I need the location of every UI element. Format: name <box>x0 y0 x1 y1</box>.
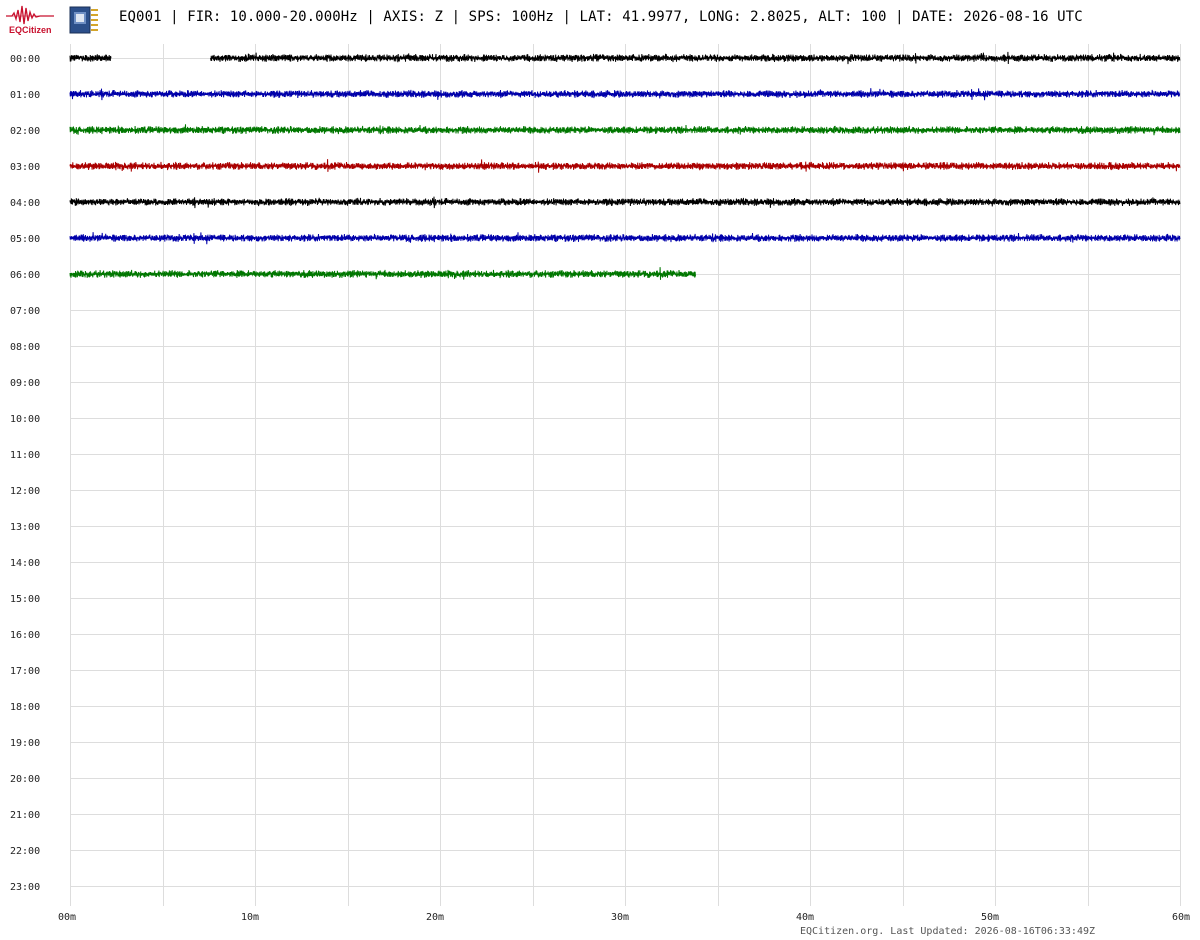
y-tick-label: 12:00 <box>10 486 40 497</box>
y-tick-label: 20:00 <box>10 774 40 785</box>
x-tick-label: 10m <box>241 912 259 923</box>
trace-0500 <box>69 232 1181 245</box>
y-tick-label: 08:00 <box>10 342 40 353</box>
y-tick-label: 10:00 <box>10 414 40 425</box>
y-tick-label: 01:00 <box>10 90 40 101</box>
y-tick-label: 14:00 <box>10 558 40 569</box>
y-tick-label: 00:00 <box>10 54 40 65</box>
y-tick-label: 15:00 <box>10 594 40 605</box>
trace-0400 <box>69 196 1181 209</box>
traces <box>69 51 1181 280</box>
y-tick-label: 09:00 <box>10 378 40 389</box>
y-tick-label: 11:00 <box>10 450 40 461</box>
y-tick-label: 18:00 <box>10 702 40 713</box>
y-tick-label: 19:00 <box>10 738 40 749</box>
x-tick-label: 20m <box>426 912 444 923</box>
x-tick-label: 60m <box>1172 912 1190 923</box>
x-tick-label: 50m <box>981 912 999 923</box>
x-tick-label: 30m <box>611 912 629 923</box>
x-tick-label: 00m <box>58 912 76 923</box>
grid <box>70 44 1181 906</box>
x-tick-label: 40m <box>796 912 814 923</box>
trace-0000 <box>69 54 112 62</box>
trace-0000 <box>210 51 1181 65</box>
y-tick-label: 13:00 <box>10 522 40 533</box>
y-tick-label: 06:00 <box>10 270 40 281</box>
y-tick-label: 02:00 <box>10 126 40 137</box>
y-tick-label: 03:00 <box>10 162 40 173</box>
y-tick-label: 07:00 <box>10 306 40 317</box>
y-tick-label: 22:00 <box>10 846 40 857</box>
trace-0200 <box>69 124 1181 136</box>
trace-0300 <box>69 159 1181 173</box>
y-tick-label: 16:00 <box>10 630 40 641</box>
seismogram-chart: 00:00 01:00 02:00 03:00 04:00 05:00 06:00 07:00… <box>10 44 1190 923</box>
y-tick-label: 05:00 <box>10 234 40 245</box>
y-axis-ticks: 00:00 01:00 02:00 03:00 04:00 05:00 06:00 07:00… <box>10 54 40 893</box>
trace-0100 <box>69 88 1181 101</box>
y-tick-label: 17:00 <box>10 666 40 677</box>
y-tick-label: 23:00 <box>10 882 40 893</box>
x-axis-ticks: 00m 10m 20m 30m 40m 50m 60m <box>58 912 1190 923</box>
y-tick-label: 04:00 <box>10 198 40 209</box>
y-tick-label: 21:00 <box>10 810 40 821</box>
last-updated-footer: EQCitizen.org. Last Updated: 2026-08-16T… <box>800 926 1096 937</box>
